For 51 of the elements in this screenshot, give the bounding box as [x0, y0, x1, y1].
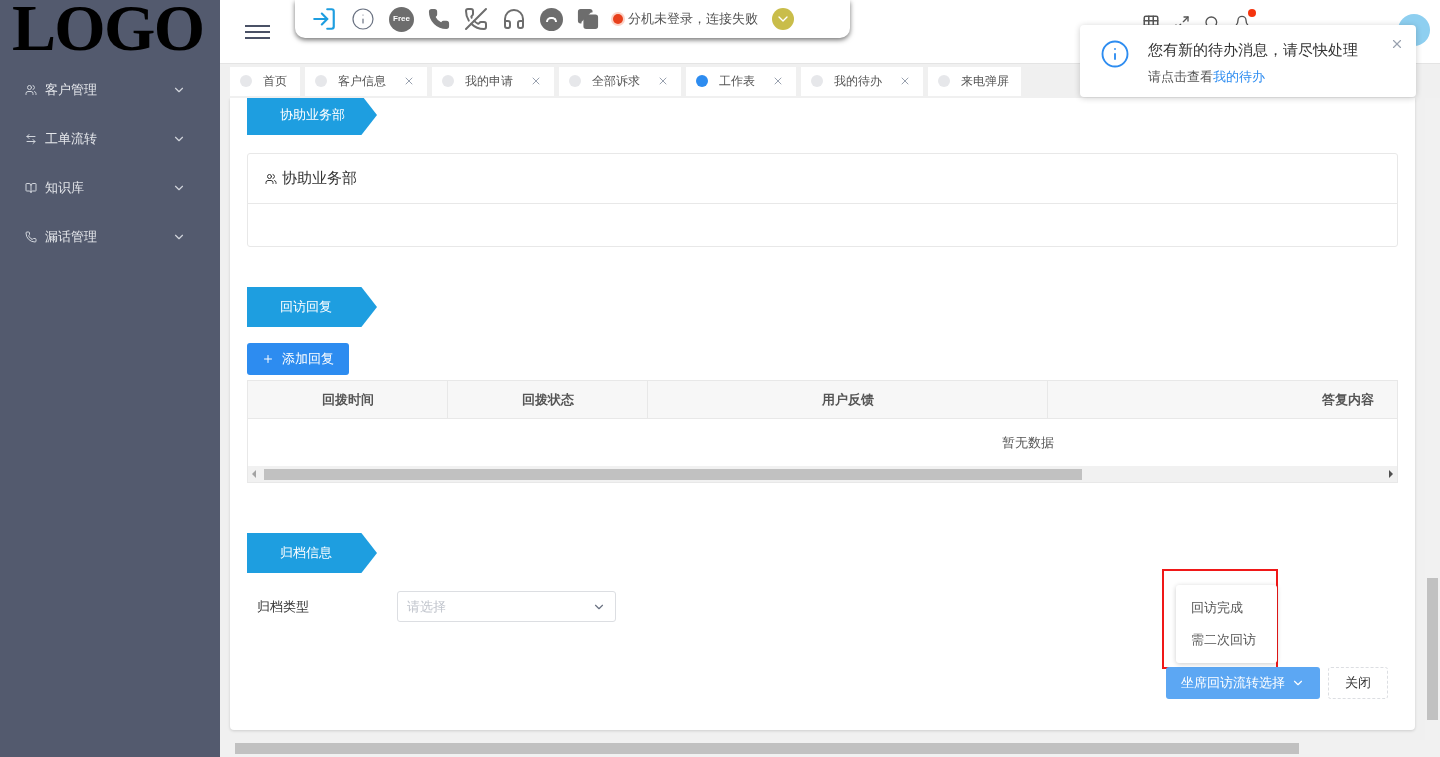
tab[interactable]: 首页 — [230, 66, 300, 96]
transfer-icon — [25, 132, 37, 145]
tab[interactable]: 来电弹屏 — [928, 66, 1021, 96]
close-icon[interactable] — [772, 75, 784, 87]
dropdown-item[interactable]: 需二次回访 — [1176, 624, 1277, 656]
menu-button[interactable] — [245, 24, 270, 39]
notification-text: 请点击查看我的待办 — [1148, 67, 1266, 86]
dropdown-item[interactable]: 回访完成 — [1176, 592, 1277, 624]
plus-icon — [262, 353, 274, 365]
notification-title: 您有新的待办消息，请尽快处理 — [1148, 40, 1359, 60]
info-icon — [1100, 39, 1130, 69]
status-text: 分机未登录，连接失败 — [628, 10, 758, 29]
dropdown-toggle[interactable] — [772, 8, 794, 30]
sidebar-item[interactable]: 漏话管理 — [0, 212, 220, 261]
close-icon[interactable] — [899, 75, 911, 87]
book-icon — [25, 181, 37, 194]
section-tag: 协助业务部 — [247, 98, 377, 135]
section-tag: 回访回复 — [247, 287, 377, 327]
tab[interactable]: 全部诉求 — [559, 66, 681, 96]
sidebar-item[interactable]: 客户管理 — [0, 65, 220, 114]
close-icon[interactable] — [403, 75, 415, 87]
tab[interactable]: 我的申请 — [432, 66, 554, 96]
close-icon[interactable] — [1390, 37, 1404, 51]
section-tag: 归档信息 — [247, 533, 377, 573]
login-icon[interactable] — [311, 6, 337, 32]
field-label: 归档类型 — [256, 597, 310, 616]
tab[interactable]: 工作表 — [686, 66, 796, 96]
column-header: 回拨状态 — [448, 381, 648, 418]
info-icon[interactable] — [351, 7, 375, 31]
headset-icon[interactable] — [502, 7, 526, 31]
sidebar-item[interactable]: 工单流转 — [0, 114, 220, 163]
sidebar-item[interactable]: 知识库 — [0, 163, 220, 212]
copy-icon[interactable] — [577, 8, 599, 30]
users-icon — [25, 83, 37, 96]
todo-link[interactable]: 我的待办 — [1213, 68, 1265, 84]
close-icon[interactable] — [530, 75, 542, 87]
horizontal-scrollbar[interactable] — [248, 466, 1397, 482]
panel-title: 协助业务部 — [282, 168, 357, 189]
empty-text: 暂无数据 — [1002, 433, 1054, 452]
phone-icon — [25, 230, 37, 243]
close-icon[interactable] — [657, 75, 669, 87]
free-button[interactable]: Free — [389, 6, 414, 32]
phone-icon[interactable] — [428, 8, 450, 30]
tab[interactable]: 客户信息 — [305, 66, 427, 96]
column-header: 用户反馈 — [648, 381, 1048, 418]
tab[interactable]: 我的待办 — [801, 66, 923, 96]
close-button[interactable]: 关闭 — [1328, 667, 1388, 699]
group-icon — [265, 172, 277, 185]
hangup-icon[interactable] — [540, 7, 563, 31]
column-header: 回拨时间 — [248, 381, 448, 418]
logo: LOGO — [11, 0, 205, 62]
